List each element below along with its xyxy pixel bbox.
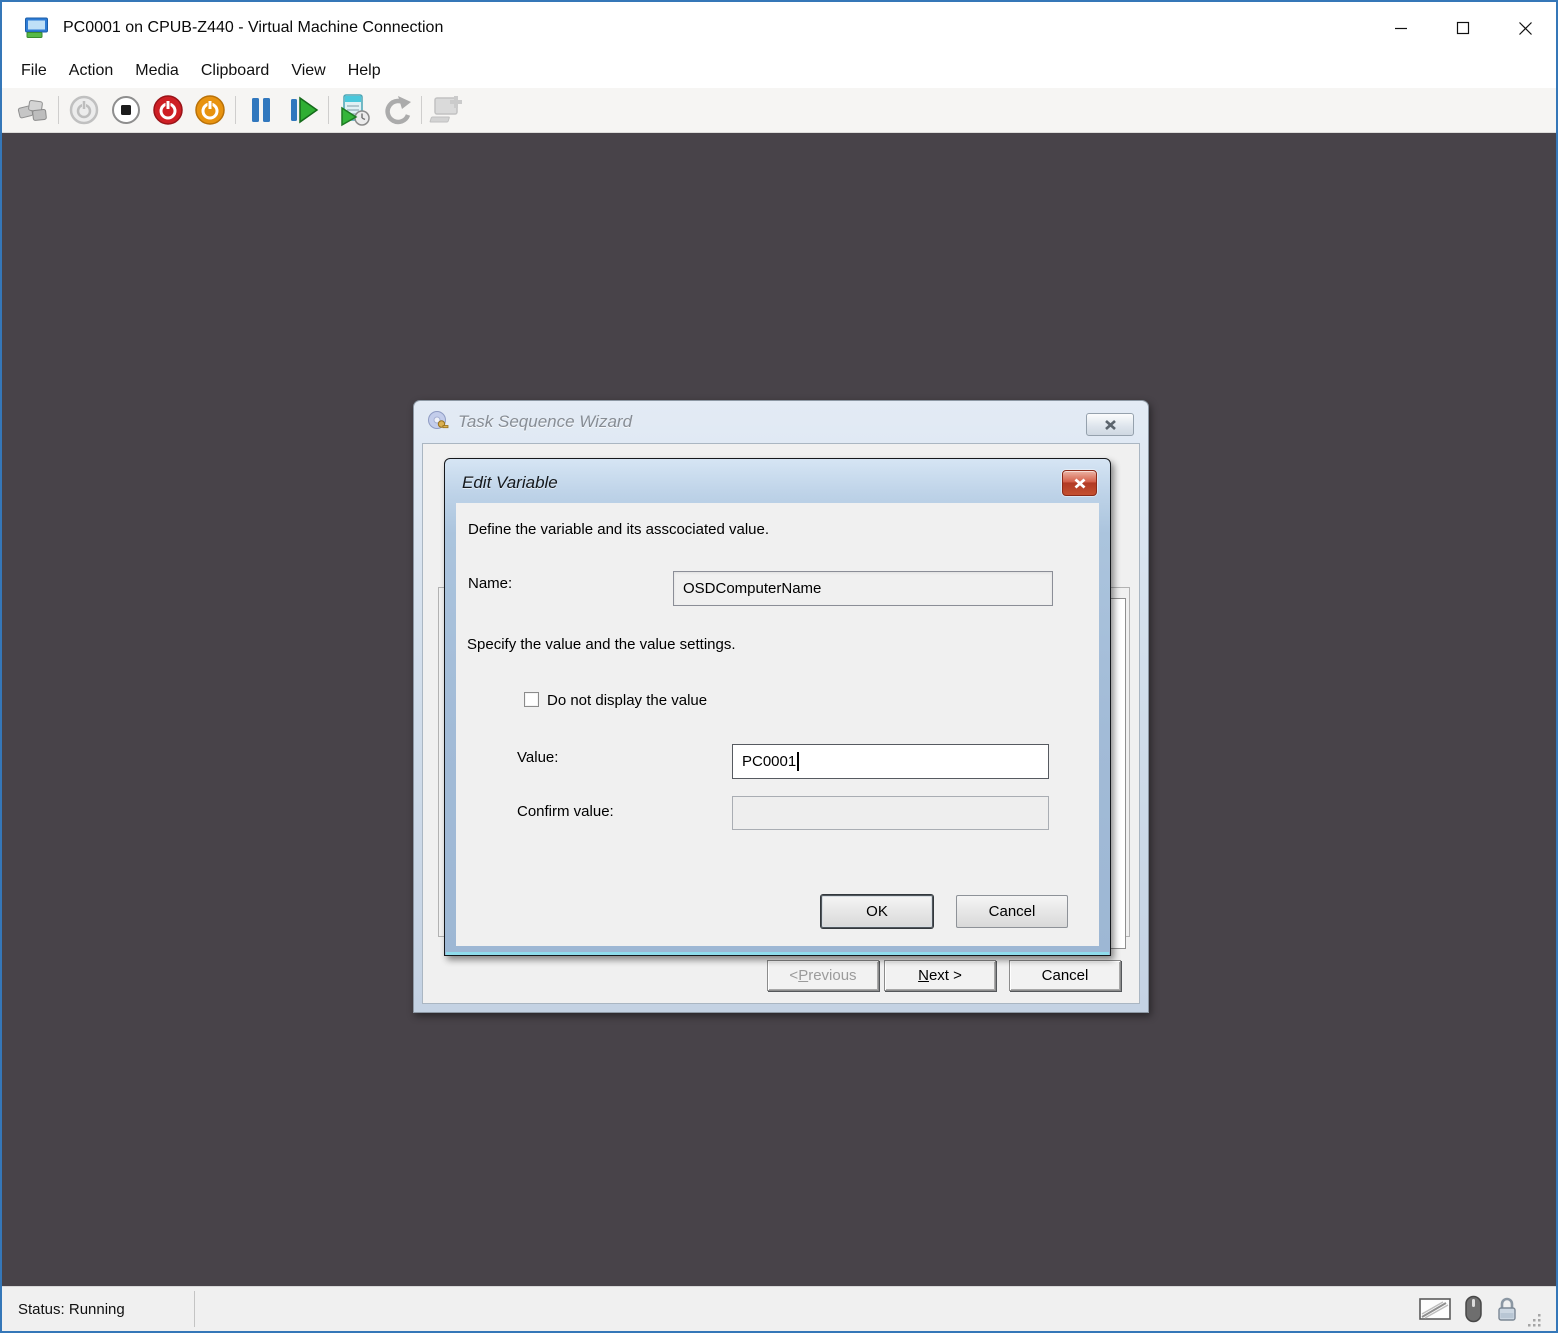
menubar: File Action Media Clipboard View Help [2, 54, 1556, 88]
shut-down-button[interactable] [147, 91, 189, 129]
titlebar: PC0001 on CPUB-Z440 - Virtual Machine Co… [2, 2, 1556, 54]
minimize-icon [1394, 21, 1408, 35]
enhanced-session-icon [429, 94, 465, 126]
toolbar-separator [235, 96, 236, 124]
window-title: PC0001 on CPUB-Z440 - Virtual Machine Co… [63, 19, 443, 37]
minimize-button[interactable] [1370, 2, 1432, 54]
edit-cancel-label: Cancel [989, 903, 1036, 920]
menu-view[interactable]: View [280, 62, 336, 80]
value-field[interactable]: PC0001 [732, 744, 1049, 779]
previous-label-letter: P [798, 967, 808, 984]
text-caret [797, 752, 799, 771]
name-field-value: OSDComputerName [683, 580, 821, 597]
value-field-text: PC0001 [742, 753, 796, 770]
checkpoint-icon [336, 93, 372, 127]
keyboard-status-icon [1419, 1298, 1451, 1320]
wizard-title: Task Sequence Wizard [458, 412, 632, 432]
shut-down-icon [151, 93, 185, 127]
save-button[interactable] [189, 91, 231, 129]
status-text: Status: Running [18, 1301, 178, 1318]
intro-text: Define the variable and its asscociated … [468, 521, 769, 538]
window-controls [1370, 2, 1556, 54]
reset-icon [286, 95, 320, 125]
ok-label: OK [866, 903, 888, 920]
edit-variable-close-button[interactable] [1062, 470, 1097, 496]
previous-button: < Previous [767, 960, 879, 991]
wizard-button-row: < Previous Next > Cancel [423, 960, 1139, 1000]
close-icon [1518, 21, 1533, 36]
toolbar-separator [421, 96, 422, 124]
do-not-display-label[interactable]: Do not display the value [547, 692, 707, 709]
do-not-display-checkbox[interactable] [524, 692, 539, 707]
start-button [63, 91, 105, 129]
value-label: Value: [517, 749, 558, 766]
specify-text: Specify the value and the value settings… [467, 636, 736, 653]
edit-variable-content: Define the variable and its asscociated … [456, 503, 1099, 946]
turn-off-icon [110, 94, 142, 126]
lock-status-icon [1496, 1296, 1518, 1323]
confirm-value-field [732, 796, 1049, 830]
ctrl-alt-del-icon [16, 95, 50, 125]
wizard-close-button[interactable] [1086, 413, 1134, 436]
edit-variable-title: Edit Variable [462, 473, 558, 493]
save-state-icon [193, 93, 227, 127]
wizard-titlebar[interactable]: Task Sequence Wizard [414, 401, 1148, 443]
next-button[interactable]: Next > [884, 960, 996, 991]
vm-connection-window: PC0001 on CPUB-Z440 - Virtual Machine Co… [0, 0, 1558, 1333]
resize-grip[interactable] [1528, 1313, 1542, 1327]
menu-clipboard[interactable]: Clipboard [190, 62, 280, 80]
menu-file[interactable]: File [10, 62, 58, 80]
name-field: OSDComputerName [673, 571, 1053, 606]
wizard-cancel-button[interactable]: Cancel [1009, 960, 1121, 991]
mouse-status-icon [1464, 1295, 1483, 1323]
name-label: Name: [468, 575, 512, 592]
menu-action[interactable]: Action [58, 62, 124, 80]
menu-help[interactable]: Help [337, 62, 392, 80]
edit-cancel-button[interactable]: Cancel [956, 895, 1068, 928]
statusbar-separator [194, 1291, 195, 1327]
maximize-button[interactable] [1432, 2, 1494, 54]
start-icon [68, 94, 100, 126]
previous-label-rest: revious [808, 967, 856, 984]
toolbar [2, 88, 1556, 133]
next-label-letter: N [918, 967, 929, 984]
menu-media[interactable]: Media [124, 62, 190, 80]
ok-button[interactable]: OK [821, 895, 933, 928]
toolbar-separator [328, 96, 329, 124]
statusbar-icons [1419, 1295, 1518, 1323]
confirm-value-label: Confirm value: [517, 803, 614, 820]
wizard-cancel-label: Cancel [1042, 967, 1089, 984]
statusbar: Status: Running [2, 1286, 1556, 1331]
reset-button[interactable] [282, 91, 324, 129]
ctrl-alt-del-button[interactable] [12, 91, 54, 129]
edit-variable-dialog: Edit Variable Define the variable and it… [444, 458, 1111, 956]
pause-icon [245, 95, 277, 125]
wizard-icon [427, 410, 449, 432]
turn-off-button[interactable] [105, 91, 147, 129]
hyperv-app-icon [24, 16, 51, 40]
maximize-icon [1456, 21, 1470, 35]
enhanced-session-button [426, 91, 468, 129]
previous-label-prefix: < [789, 967, 798, 984]
edit-variable-close-icon [1074, 478, 1086, 489]
wizard-close-icon [1105, 420, 1116, 430]
revert-icon [380, 95, 412, 125]
checkpoint-button[interactable] [333, 91, 375, 129]
pause-button[interactable] [240, 91, 282, 129]
close-button[interactable] [1494, 2, 1556, 54]
toolbar-separator [58, 96, 59, 124]
revert-button [375, 91, 417, 129]
vm-display: Task Sequence Wizard < Previous Next [2, 133, 1556, 1286]
next-label-rest: ext > [929, 967, 962, 984]
